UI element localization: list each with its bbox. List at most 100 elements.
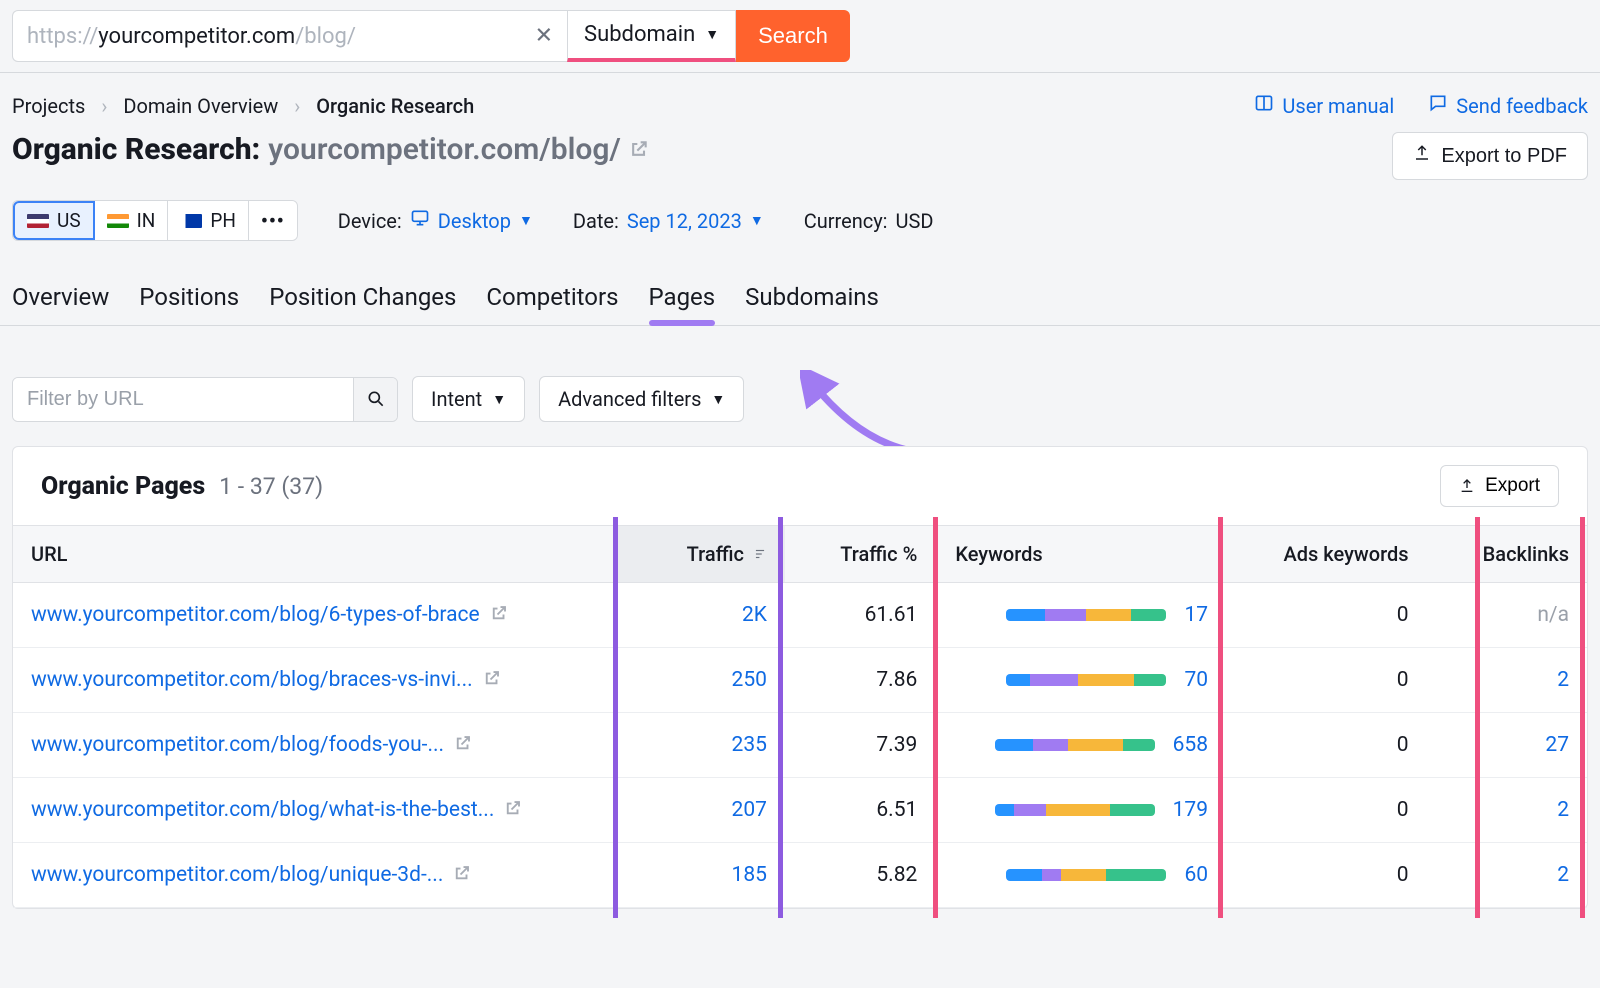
card-header: Organic Pages 1 - 37 (37) Export	[13, 447, 1587, 525]
external-link-icon[interactable]	[629, 139, 649, 164]
keywords-value[interactable]: 179	[1173, 798, 1208, 822]
date-label: Date:	[573, 209, 619, 233]
traffic-value[interactable]: 207	[615, 778, 785, 843]
table-row: www.yourcompetitor.com/blog/braces-vs-in…	[13, 648, 1587, 713]
table-row: www.yourcompetitor.com/blog/6-types-of-b…	[13, 583, 1587, 648]
filter-search-button[interactable]	[353, 378, 397, 421]
page-url-link[interactable]: www.yourcompetitor.com/blog/6-types-of-b…	[31, 603, 480, 627]
keywords-value[interactable]: 658	[1173, 733, 1208, 757]
keywords-value[interactable]: 60	[1184, 863, 1208, 887]
url-input-wrap[interactable]: https://yourcompetitor.com/blog/ ✕	[12, 10, 567, 62]
header-links: User manual Send feedback	[1254, 93, 1588, 118]
backlinks-value[interactable]: 2	[1427, 778, 1587, 843]
traffic-pct-value: 7.39	[785, 713, 935, 778]
page-title: Organic Research: yourcompetitor.com/blo…	[12, 132, 649, 167]
top-search-bar: https://yourcompetitor.com/blog/ ✕ Subdo…	[0, 0, 1600, 72]
col-backlinks[interactable]: Backlinks	[1427, 526, 1587, 583]
breadcrumb-item[interactable]: Projects	[12, 94, 85, 118]
url-suffix: /blog/	[295, 24, 356, 49]
col-traffic-pct[interactable]: Traffic %	[785, 526, 935, 583]
filters-row: US IN PH ••• Device: Desktop ▼ D	[12, 200, 1588, 275]
country-in[interactable]: IN	[95, 201, 169, 240]
keywords-value[interactable]: 17	[1184, 603, 1208, 627]
chevron-down-icon: ▼	[705, 26, 719, 43]
page-title-domain: yourcompetitor.com/blog/	[268, 132, 621, 167]
col-ads-keywords[interactable]: Ads keywords	[1226, 526, 1427, 583]
chevron-down-icon: ▼	[711, 391, 725, 408]
send-feedback-link[interactable]: Send feedback	[1428, 93, 1588, 118]
backlinks-value[interactable]: 2	[1427, 648, 1587, 713]
date-dropdown[interactable]: Sep 12, 2023 ▼	[627, 209, 764, 233]
country-us[interactable]: US	[13, 201, 95, 240]
country-label: IN	[137, 209, 156, 232]
advanced-filters-dropdown[interactable]: Advanced filters ▼	[539, 376, 744, 422]
scope-dropdown[interactable]: Subdomain ▼	[567, 10, 736, 62]
chevron-right-icon: ›	[101, 94, 107, 118]
traffic-pct-value: 5.82	[785, 843, 935, 908]
user-manual-link[interactable]: User manual	[1254, 93, 1394, 118]
country-ph[interactable]: PH	[168, 201, 249, 240]
tabs: Overview Positions Position Changes Competi…	[0, 275, 1600, 326]
user-manual-label: User manual	[1282, 94, 1394, 118]
search-icon	[366, 389, 386, 409]
currency-label: Currency:	[804, 209, 888, 233]
sort-desc-icon	[753, 549, 767, 565]
col-url[interactable]: URL	[13, 526, 615, 583]
page-url-link[interactable]: www.yourcompetitor.com/blog/foods-you-..…	[31, 733, 444, 757]
filter-url-input[interactable]	[13, 378, 353, 421]
chevron-down-icon: ▼	[750, 212, 764, 229]
title-row: Organic Research: yourcompetitor.com/blo…	[12, 132, 1588, 200]
external-link-icon[interactable]	[504, 799, 522, 822]
page-url-link[interactable]: www.yourcompetitor.com/blog/what-is-the-…	[31, 798, 494, 822]
tab-overview[interactable]: Overview	[12, 275, 109, 325]
table-row: www.yourcompetitor.com/blog/what-is-the-…	[13, 778, 1587, 843]
chevron-down-icon: ▼	[492, 391, 506, 408]
traffic-value[interactable]: 250	[615, 648, 785, 713]
page-url-link[interactable]: www.yourcompetitor.com/blog/braces-vs-in…	[31, 668, 473, 692]
page-url-link[interactable]: www.yourcompetitor.com/blog/unique-3d-..…	[31, 863, 443, 887]
upload-icon	[1459, 478, 1475, 494]
tab-position-changes[interactable]: Position Changes	[269, 275, 456, 325]
tab-positions[interactable]: Positions	[139, 275, 239, 325]
country-more[interactable]: •••	[249, 201, 297, 240]
chevron-down-icon: ▼	[519, 212, 533, 229]
ads-keywords-value: 0	[1226, 778, 1427, 843]
external-link-icon[interactable]	[454, 734, 472, 757]
organic-pages-table: URL Traffic Traffic % Keywords Ads keywo…	[13, 525, 1587, 908]
tab-pages[interactable]: Pages	[649, 275, 716, 325]
traffic-value[interactable]: 185	[615, 843, 785, 908]
advanced-filters-label: Advanced filters	[558, 387, 701, 411]
tab-competitors[interactable]: Competitors	[486, 275, 618, 325]
clear-icon[interactable]: ✕	[535, 24, 553, 49]
upload-icon	[1413, 144, 1431, 168]
keyword-distribution-bar	[1006, 609, 1166, 621]
traffic-value[interactable]: 2K	[615, 583, 785, 648]
flag-in-icon	[107, 214, 129, 228]
traffic-value[interactable]: 235	[615, 713, 785, 778]
flag-us-icon	[27, 214, 49, 228]
external-link-icon[interactable]	[483, 669, 501, 692]
external-link-icon[interactable]	[490, 604, 508, 627]
col-keywords[interactable]: Keywords	[935, 526, 1226, 583]
tab-subdomains[interactable]: Subdomains	[745, 275, 879, 325]
external-link-icon[interactable]	[453, 864, 471, 887]
ads-keywords-value: 0	[1226, 843, 1427, 908]
backlinks-value[interactable]: 27	[1427, 713, 1587, 778]
device-dropdown[interactable]: Desktop ▼	[410, 208, 533, 233]
search-button[interactable]: Search	[736, 10, 850, 62]
breadcrumb-item[interactable]: Domain Overview	[123, 94, 278, 118]
keywords-value[interactable]: 70	[1184, 668, 1208, 692]
ads-keywords-value: 0	[1226, 583, 1427, 648]
keyword-distribution-bar	[1006, 674, 1166, 686]
traffic-pct-value: 61.61	[785, 583, 935, 648]
backlinks-value: n/a	[1427, 583, 1587, 648]
export-pdf-label: Export to PDF	[1441, 145, 1567, 168]
backlinks-value[interactable]: 2	[1427, 843, 1587, 908]
export-pdf-button[interactable]: Export to PDF	[1392, 132, 1588, 180]
col-traffic[interactable]: Traffic	[615, 526, 785, 583]
export-button[interactable]: Export	[1440, 465, 1559, 507]
table-row: www.yourcompetitor.com/blog/unique-3d-..…	[13, 843, 1587, 908]
intent-dropdown[interactable]: Intent ▼	[412, 376, 525, 422]
scope-label: Subdomain	[584, 22, 695, 47]
card-range: 1 - 37 (37)	[219, 473, 323, 500]
